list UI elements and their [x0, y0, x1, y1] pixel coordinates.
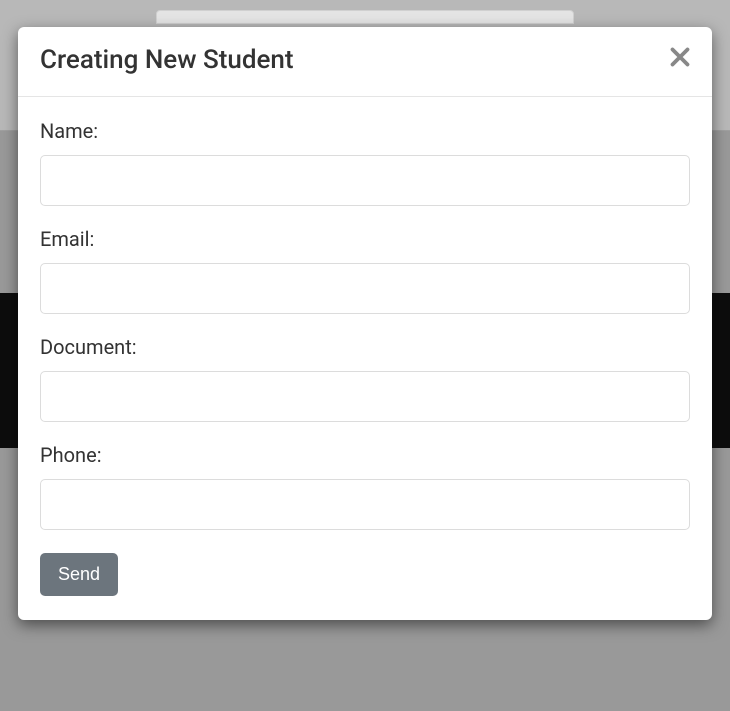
form-group-phone: Phone:	[40, 443, 690, 530]
phone-input[interactable]	[40, 479, 690, 530]
modal-title: Creating New Student	[40, 45, 690, 76]
phone-label: Phone:	[40, 443, 690, 467]
modal-body: Name: Email: Document: Phone: Send	[18, 97, 712, 620]
background-partial-element	[156, 10, 574, 24]
close-button[interactable]	[668, 45, 692, 69]
form-group-name: Name:	[40, 119, 690, 206]
close-icon	[670, 47, 690, 67]
name-label: Name:	[40, 119, 690, 143]
create-student-form: Name: Email: Document: Phone: Send	[40, 119, 690, 596]
email-input[interactable]	[40, 263, 690, 314]
create-student-modal: Creating New Student Name: Email: Docume…	[18, 27, 712, 620]
document-label: Document:	[40, 335, 690, 359]
form-group-email: Email:	[40, 227, 690, 314]
send-button[interactable]: Send	[40, 553, 118, 596]
document-input[interactable]	[40, 371, 690, 422]
name-input[interactable]	[40, 155, 690, 206]
form-group-document: Document:	[40, 335, 690, 422]
email-label: Email:	[40, 227, 690, 251]
modal-header: Creating New Student	[18, 27, 712, 97]
